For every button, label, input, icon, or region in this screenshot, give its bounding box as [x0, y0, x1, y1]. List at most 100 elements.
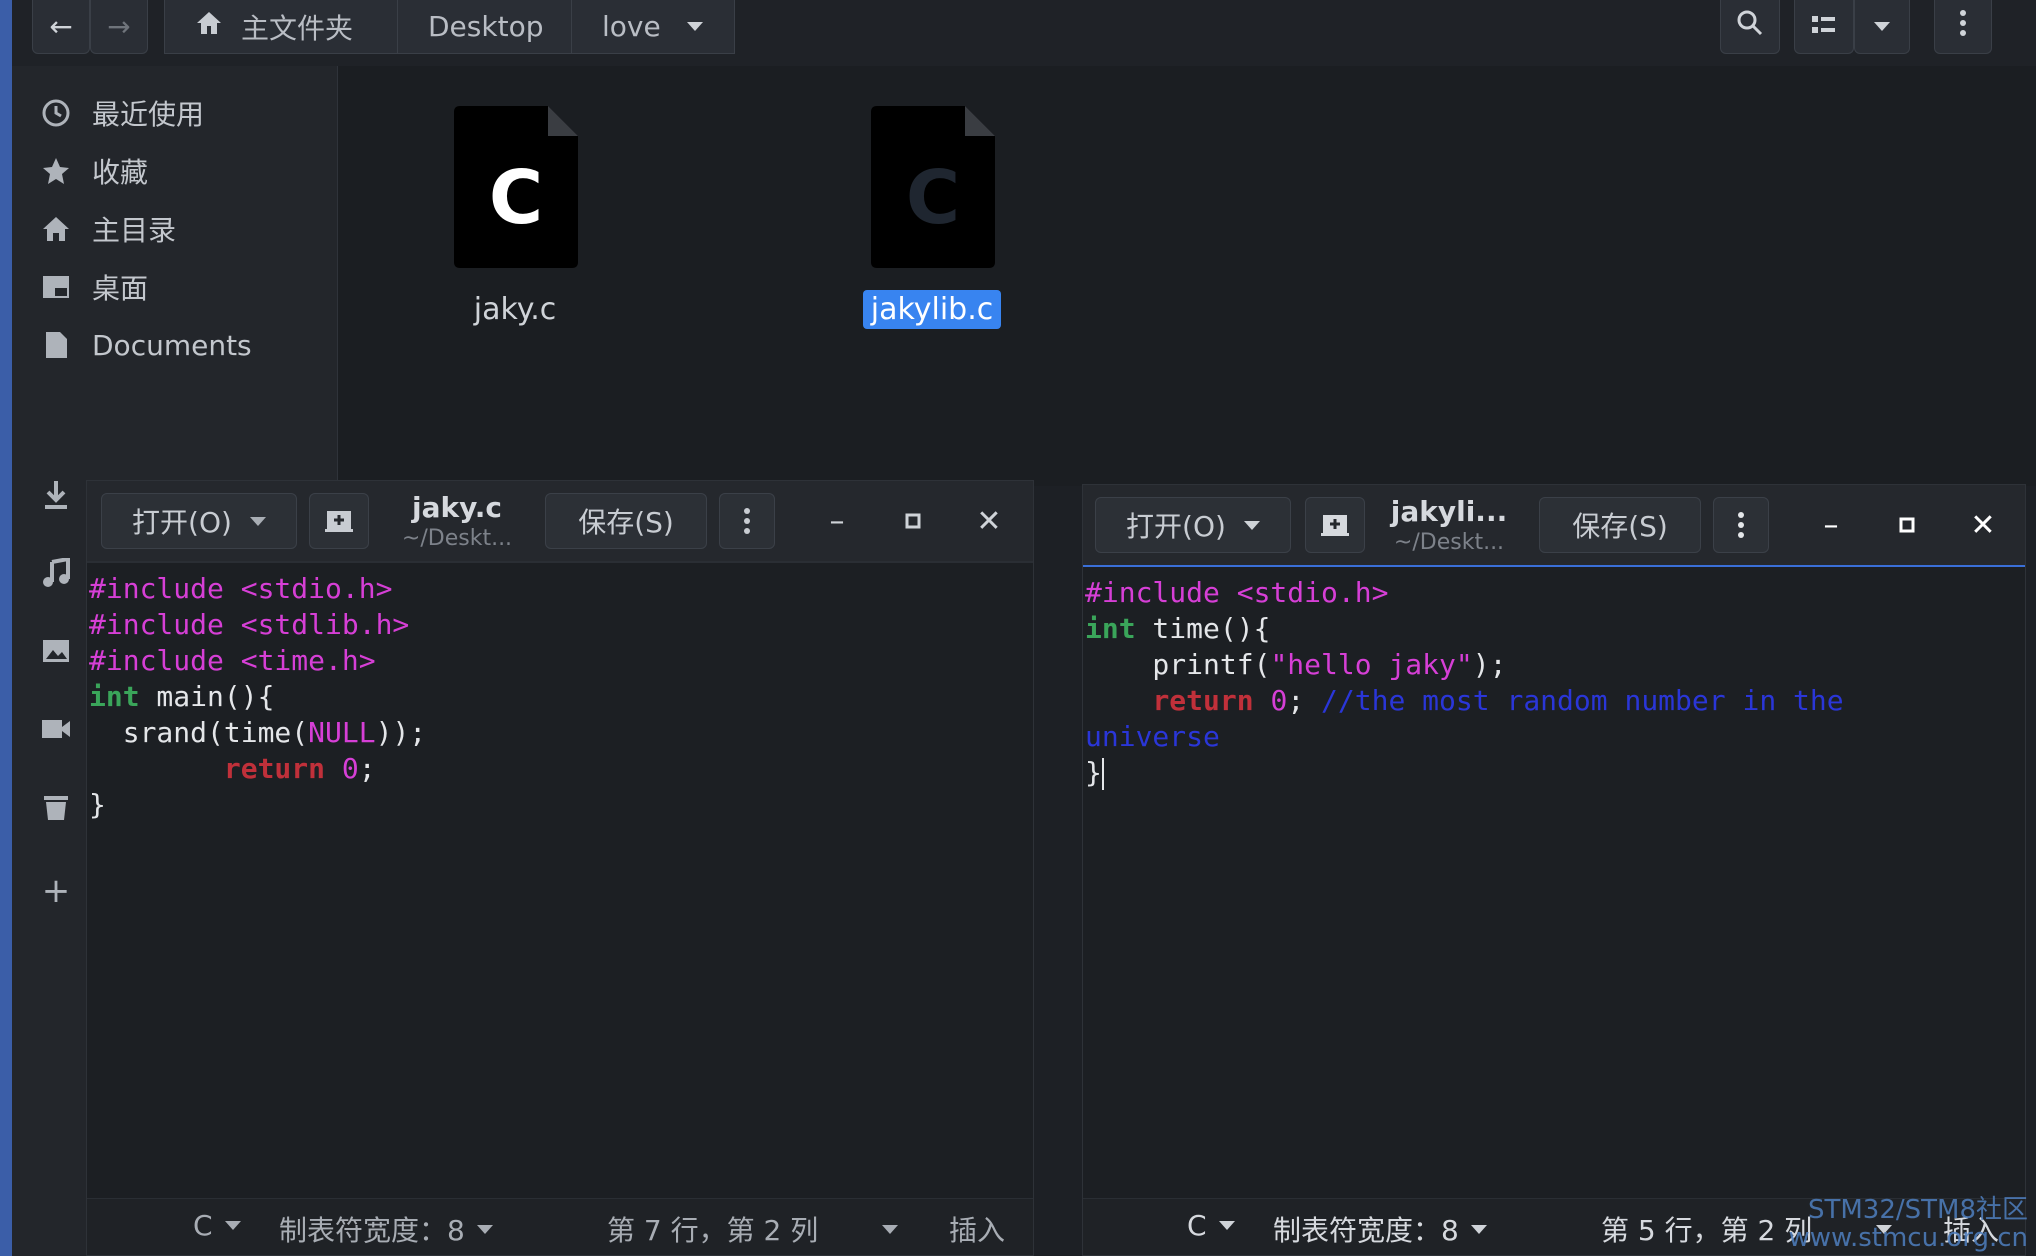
- desktop-icon: [40, 271, 72, 303]
- chevron-down-icon: [1470, 1224, 1487, 1234]
- sidebar-item-recent[interactable]: 最近使用: [40, 88, 204, 138]
- sidebar-item-downloads[interactable]: [40, 470, 92, 520]
- sidebar-item-videos[interactable]: [40, 704, 92, 754]
- maximize-button[interactable]: [893, 501, 933, 541]
- breadcrumb-desktop[interactable]: Desktop: [397, 0, 572, 54]
- breadcrumb-label: Desktop: [428, 10, 544, 43]
- view-options-button[interactable]: [1854, 0, 1910, 54]
- chevron-down-icon: [686, 22, 703, 31]
- status-bar: C 制表符宽度：8 第 7 行，第 2 列 插入: [87, 1198, 1033, 1255]
- code-line: }: [89, 788, 106, 821]
- sidebar-item-label: 主目录: [92, 214, 177, 247]
- breadcrumb-love[interactable]: love: [571, 0, 735, 54]
- sidebar-add-location[interactable]: +: [40, 866, 92, 916]
- document-title: jaky.c: [411, 491, 503, 524]
- file-item-jakylib-c[interactable]: C jakylib.c: [852, 106, 1012, 329]
- file-item-jaky-c[interactable]: C jaky.c: [435, 106, 595, 329]
- breadcrumb-home[interactable]: 主文件夹: [164, 0, 398, 54]
- sidebar-item-desktop[interactable]: 桌面: [40, 262, 148, 312]
- arrow-left-icon: ←: [49, 10, 73, 43]
- file-name: jakylib.c: [862, 290, 1002, 329]
- new-tab-button[interactable]: [309, 493, 369, 549]
- code-line: srand(time(NULL));: [89, 716, 427, 749]
- close-button[interactable]: ✕: [1963, 505, 2003, 545]
- code-line: int main(){: [89, 680, 275, 713]
- sidebar-item-documents[interactable]: Documents: [40, 320, 252, 370]
- document-path: ~/Deskt...: [1393, 530, 1505, 555]
- chevron-down-icon: [249, 516, 266, 526]
- minimize-button[interactable]: –: [1811, 505, 1851, 545]
- view-list-button[interactable]: [1794, 0, 1854, 54]
- insert-mode[interactable]: 插入: [949, 1209, 1005, 1249]
- minimize-button[interactable]: –: [817, 501, 857, 541]
- editor-header: 打开(O) jaky.c ~/Deskt... 保存(S) – ✕: [87, 481, 1033, 563]
- c-file-icon: C: [871, 106, 995, 268]
- code-editor[interactable]: #include <stdio.h> #include <stdlib.h> #…: [89, 571, 426, 823]
- forward-button[interactable]: →: [90, 0, 148, 54]
- file-name: jaky.c: [473, 292, 557, 327]
- sidebar-item-starred[interactable]: 收藏: [40, 146, 148, 196]
- star-icon: [40, 155, 72, 187]
- save-button[interactable]: 保存(S): [1539, 497, 1701, 553]
- tab-width-selector[interactable]: 制表符宽度：8: [1273, 1209, 1487, 1249]
- sidebar-item-label: 最近使用: [92, 98, 205, 131]
- chevron-down-icon: [224, 1221, 241, 1230]
- language-selector[interactable]: C: [1187, 1209, 1235, 1242]
- watermark: STM32/STM8社区 www.stmcu.org.cn: [1789, 1196, 2028, 1252]
- sidebar-item-label: Documents: [92, 328, 252, 362]
- open-button[interactable]: 打开(O): [1095, 497, 1291, 553]
- new-document-icon: [1321, 515, 1349, 536]
- open-button[interactable]: 打开(O): [101, 493, 297, 549]
- editor-title: jakyli... ~/Deskt...: [1359, 495, 1539, 555]
- save-button[interactable]: 保存(S): [545, 493, 707, 549]
- save-button-label: 保存(S): [1572, 510, 1668, 543]
- arrow-right-icon: →: [107, 10, 131, 43]
- code-line: }: [1085, 756, 1104, 790]
- sidebar-item-trash[interactable]: [40, 782, 92, 832]
- sidebar-item-music[interactable]: [40, 548, 92, 598]
- text-cursor: [1101, 758, 1104, 790]
- cursor-position[interactable]: 第 7 行，第 2 列: [607, 1209, 899, 1249]
- menu-button[interactable]: [1934, 0, 1992, 54]
- search-button[interactable]: [1720, 0, 1780, 54]
- new-tab-button[interactable]: [1305, 497, 1365, 553]
- new-document-icon: [325, 511, 353, 532]
- code-line: #include <stdlib.h>: [89, 608, 410, 641]
- sidebar-item-pictures[interactable]: [40, 626, 92, 676]
- code-line: #include <stdio.h>: [89, 572, 393, 605]
- back-button[interactable]: ←: [32, 0, 90, 54]
- maximize-button[interactable]: [1887, 505, 1927, 545]
- sidebar-item-home[interactable]: 主目录: [40, 204, 176, 254]
- maximize-icon: [905, 513, 921, 529]
- menu-button[interactable]: [719, 493, 775, 549]
- chevron-down-icon: [882, 1224, 899, 1234]
- save-button-label: 保存(S): [578, 506, 674, 539]
- menu-button[interactable]: [1713, 497, 1769, 553]
- breadcrumb-label: love: [602, 10, 661, 43]
- code-line: int time(){: [1085, 612, 1271, 645]
- document-path: ~/Deskt...: [401, 526, 513, 551]
- sidebar-item-label: 桌面: [92, 272, 149, 305]
- code-line: return 0; //the most random number in th…: [1152, 684, 1844, 717]
- language-selector[interactable]: C: [193, 1209, 241, 1242]
- cursor-position-label: 第 7 行，第 2 列: [607, 1214, 819, 1247]
- code-line: printf("hello jaky");: [1085, 648, 1507, 681]
- minimize-icon: –: [1823, 507, 1839, 543]
- minimize-icon: –: [829, 503, 845, 539]
- code-editor[interactable]: #include <stdio.h> int time(){ printf("h…: [1085, 575, 1844, 791]
- close-button[interactable]: ✕: [969, 501, 1009, 541]
- tab-width-label: 制表符宽度：8: [279, 1214, 465, 1247]
- chevron-down-icon: [1874, 22, 1890, 31]
- list-view-icon: [1811, 10, 1837, 43]
- close-icon: ✕: [1970, 507, 1996, 543]
- watermark-line: www.stmcu.org.cn: [1788, 1223, 2028, 1253]
- chevron-down-icon: [1218, 1221, 1235, 1230]
- download-icon: [40, 479, 72, 511]
- sidebar-item-label: 收藏: [92, 156, 149, 189]
- cursor-position-label: 第 5 行，第 2 列: [1601, 1214, 1813, 1247]
- tab-width-selector[interactable]: 制表符宽度：8: [279, 1209, 493, 1249]
- close-icon: ✕: [976, 503, 1002, 539]
- breadcrumb-label: 主文件夹: [241, 11, 354, 45]
- trash-icon: [40, 791, 72, 823]
- editor-window-jaky: 打开(O) jaky.c ~/Deskt... 保存(S) – ✕ #inclu…: [86, 480, 1034, 1256]
